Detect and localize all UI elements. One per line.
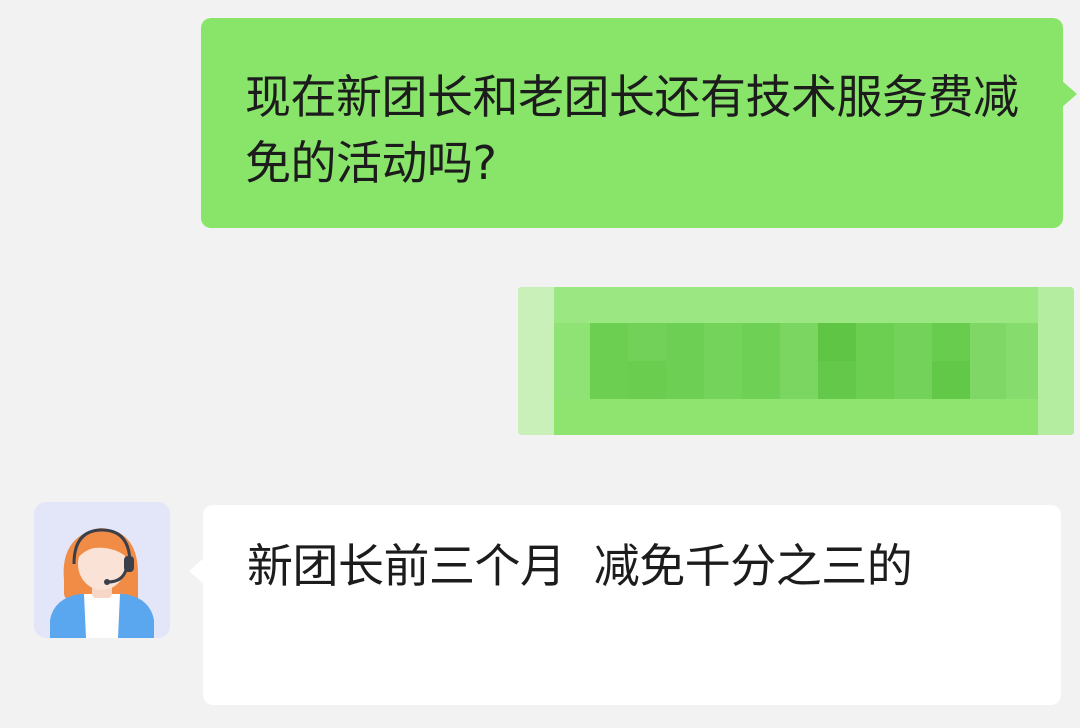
bubble-tail	[189, 557, 205, 585]
mosaic-block	[856, 323, 894, 399]
mosaic-block	[1006, 323, 1038, 399]
outgoing-message-bubble[interactable]: 现在新团长和老团长还有技术服务费减免的活动吗?	[201, 18, 1077, 228]
customer-service-agent-icon	[50, 528, 154, 638]
bubble-tail	[1061, 80, 1077, 108]
mosaic-block	[1038, 287, 1074, 435]
mosaic-block	[666, 323, 704, 399]
mosaic-block	[554, 399, 1074, 435]
mosaic-block	[518, 287, 554, 435]
incoming-message-bubble[interactable]: 新团长前三个月 减免千分之三的	[189, 505, 1061, 705]
mosaic-block	[970, 323, 1006, 399]
message-text: 现在新团长和老团长还有技术服务费减免的活动吗?	[245, 70, 1019, 190]
mosaic-block	[742, 323, 780, 399]
mosaic-block	[704, 323, 742, 399]
mosaic-block	[818, 323, 856, 361]
mosaic-block	[628, 361, 666, 399]
mosaic-block	[894, 323, 932, 399]
redacted-outgoing-message-bubble[interactable]	[518, 287, 1074, 435]
mosaic-block	[554, 287, 1074, 323]
mosaic-block	[590, 323, 628, 399]
mosaic-block	[780, 323, 818, 399]
message-text: 新团长前三个月 减免千分之三的	[247, 539, 913, 593]
customer-service-avatar[interactable]	[34, 502, 170, 638]
mosaic-block	[932, 361, 970, 399]
mosaic-block	[554, 323, 590, 399]
